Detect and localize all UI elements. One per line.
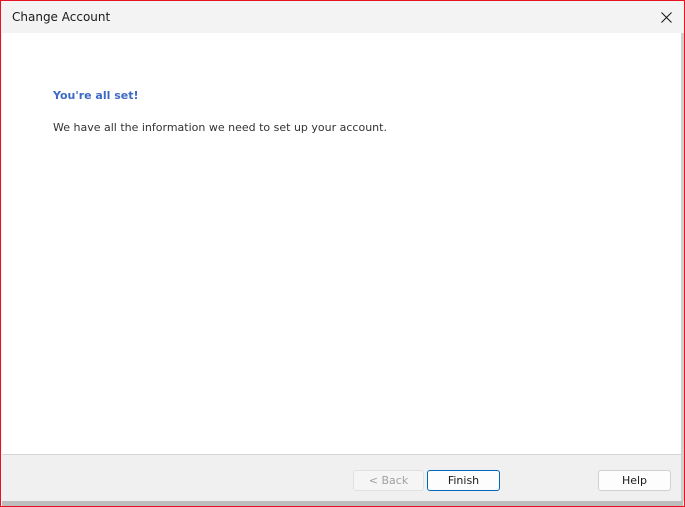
back-button[interactable]: < Back bbox=[353, 470, 424, 491]
close-icon bbox=[660, 12, 672, 23]
finish-button[interactable]: Finish bbox=[427, 470, 500, 491]
right-border-strip bbox=[681, 33, 684, 501]
close-button[interactable] bbox=[649, 2, 683, 33]
bottom-border-strip bbox=[2, 501, 683, 506]
title-bar: Change Account bbox=[2, 2, 683, 33]
content-panel: You're all set! We have all the informat… bbox=[2, 33, 681, 454]
window-title: Change Account bbox=[12, 10, 111, 24]
completion-message: We have all the information we need to s… bbox=[53, 121, 387, 134]
change-account-dialog: Change Account You're all set! We have a… bbox=[0, 0, 685, 507]
button-bar: < Back Finish Help bbox=[2, 455, 681, 501]
completion-heading: You're all set! bbox=[53, 89, 139, 102]
help-button[interactable]: Help bbox=[598, 470, 671, 491]
